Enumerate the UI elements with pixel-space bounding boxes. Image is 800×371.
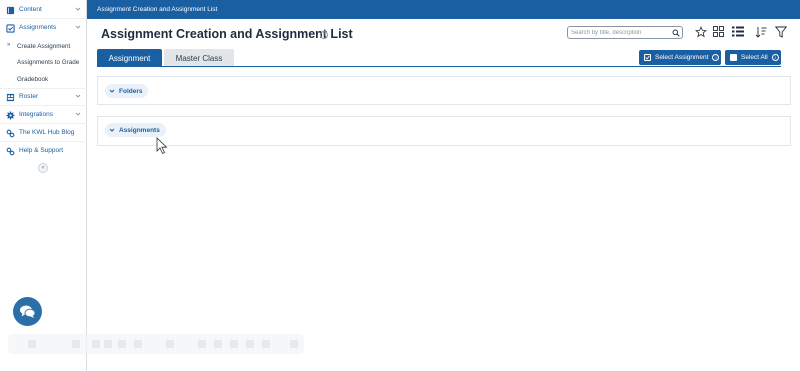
info-icon: i	[771, 54, 779, 61]
toolbar-icon	[134, 340, 142, 348]
select-all-button[interactable]: Select All i	[725, 50, 781, 65]
toolbar-icon	[92, 340, 100, 348]
folders-panel: Folders	[97, 76, 791, 105]
checkbox-icon	[730, 54, 737, 61]
assignments-toggle[interactable]: Assignments	[105, 123, 166, 137]
sidebar-subitem-assignments-to-grade[interactable]: Assignments to Grade	[0, 55, 87, 70]
sidebar-item-label: Help & Support	[19, 147, 64, 154]
link-icon	[5, 146, 15, 156]
divider	[0, 18, 87, 19]
tabs-underline	[97, 66, 781, 67]
sidebar-item-assignments[interactable]: Assignments	[0, 20, 87, 36]
chat-button[interactable]	[13, 297, 42, 326]
sidebar-item-kwl-hub-blog[interactable]: The KWL Hub Blog	[0, 125, 87, 141]
chevron-down-icon	[109, 89, 115, 93]
toolbar-icon	[72, 340, 80, 348]
chat-bubbles-icon	[20, 305, 36, 318]
filter-button[interactable]	[774, 25, 787, 38]
favorite-button[interactable]	[694, 25, 707, 38]
toolbar-icon	[198, 340, 206, 348]
toolbar-icon	[118, 340, 126, 348]
assignments-label: Assignments	[119, 126, 160, 134]
assignment-check-icon	[5, 23, 15, 33]
assignments-panel: Assignments	[97, 116, 791, 146]
select-all-label: Select All	[741, 54, 768, 61]
sidebar-item-help-support[interactable]: Help & Support	[0, 143, 87, 159]
sidebar-subitem-label: Assignments to Grade	[17, 59, 80, 66]
chevron-down-icon	[75, 7, 81, 11]
sidebar-item-content[interactable]: Content	[0, 2, 87, 18]
folders-label: Folders	[119, 87, 143, 95]
search-icon[interactable]	[672, 29, 680, 37]
sidebar-item-label: The KWL Hub Blog	[19, 129, 75, 136]
sidebar-item-label: Integrations	[19, 111, 53, 118]
divider	[0, 141, 87, 142]
select-assignment-button[interactable]: Select Assignment i	[639, 50, 721, 65]
divider	[0, 105, 87, 106]
divider	[0, 123, 87, 124]
roster-icon	[5, 92, 15, 102]
star-icon	[694, 25, 707, 37]
info-icon: i	[712, 54, 720, 61]
sidebar-item-integrations[interactable]: Integrations	[0, 107, 87, 123]
toolbar-icon	[290, 340, 298, 348]
toolbar-icon	[166, 340, 174, 348]
filter-icon	[774, 26, 787, 38]
select-assignment-label: Select Assignment	[655, 54, 709, 61]
sidebar: Content Assignments » Create Assignment …	[0, 0, 87, 371]
book-icon	[5, 5, 15, 15]
sidebar-item-label: Content	[19, 6, 42, 13]
grid-view-button[interactable]	[712, 25, 725, 38]
search-input[interactable]	[571, 28, 671, 38]
link-icon	[5, 128, 15, 138]
toolbar-icon	[262, 340, 270, 348]
active-indicator: »	[7, 42, 11, 48]
chevron-down-icon	[109, 128, 115, 132]
gear-icon	[5, 110, 15, 120]
chevron-down-icon	[75, 94, 81, 98]
toolbar-icon	[230, 340, 238, 348]
tab-assignment[interactable]: Assignment	[97, 49, 162, 67]
page-title: Assignment Creation and Assignment List	[101, 27, 353, 41]
chevron-down-icon	[75, 112, 81, 116]
help-circle-icon[interactable]: ?	[320, 31, 328, 39]
top-bar: Assignment Creation and Assignment List	[87, 0, 800, 19]
sidebar-subitem-gradebook[interactable]: Gradebook	[0, 72, 87, 87]
sidebar-subitem-label: Create Assignment	[17, 43, 71, 50]
mouse-cursor-icon	[156, 137, 168, 155]
sidebar-item-label: Assignments	[19, 24, 57, 31]
folders-toggle[interactable]: Folders	[105, 84, 149, 98]
sidebar-item-label: Roster	[19, 93, 39, 100]
sidebar-item-roster[interactable]: Roster	[0, 89, 87, 105]
list-icon	[731, 26, 744, 37]
breadcrumb: Assignment Creation and Assignment List	[97, 6, 218, 13]
list-view-button[interactable]	[731, 25, 744, 38]
collapse-sidebar-button[interactable]: «	[38, 163, 48, 173]
sort-icon	[755, 26, 766, 38]
chevron-down-icon	[75, 25, 81, 29]
tab-master-class[interactable]: Master Class	[164, 49, 234, 67]
sort-button[interactable]	[754, 25, 767, 38]
checkbox-checked-icon	[644, 54, 651, 61]
sidebar-subitem-label: Gradebook	[17, 76, 49, 83]
toolbar-icon	[214, 340, 222, 348]
grid-icon	[713, 26, 724, 37]
editor-toolbar	[8, 334, 304, 354]
double-chevron-left-icon: «	[41, 165, 45, 171]
toolbar-icon	[28, 340, 36, 348]
sidebar-subitem-create-assignment[interactable]: » Create Assignment	[0, 39, 87, 54]
search-box	[567, 26, 683, 39]
toolbar-icon	[104, 340, 112, 348]
toolbar-icon	[246, 340, 254, 348]
